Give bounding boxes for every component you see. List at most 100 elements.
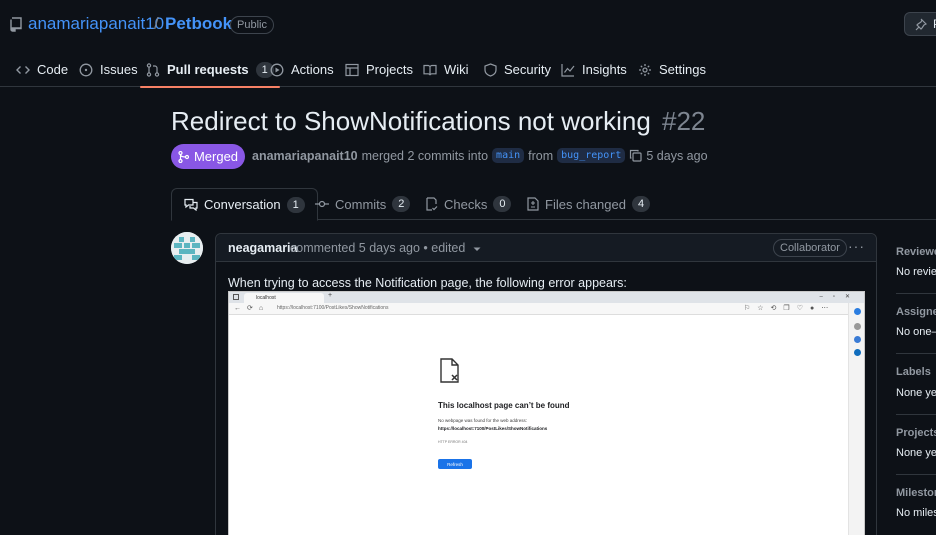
copy-icon[interactable] bbox=[629, 149, 642, 162]
pin-button[interactable]: P bbox=[904, 12, 936, 36]
base-branch[interactable]: main bbox=[492, 148, 525, 163]
avatar[interactable] bbox=[171, 232, 203, 264]
pr-title: Redirect to ShowNotifications not workin… bbox=[171, 106, 705, 137]
pr-from-text: from bbox=[528, 148, 554, 163]
tab-insights[interactable]: Insights bbox=[561, 52, 627, 87]
files-changed-count: 4 bbox=[631, 196, 651, 212]
comment-discussion-icon bbox=[184, 198, 198, 211]
sidebar-copilot-icon bbox=[854, 308, 861, 315]
shield-icon bbox=[484, 62, 497, 77]
repo-name-link[interactable]: Petbook bbox=[165, 14, 232, 34]
tab-checks[interactable]: Checks 0 bbox=[425, 188, 512, 220]
tab-issues[interactable]: Issues bbox=[79, 52, 138, 87]
browser-nav-icons: ←⟳⌂ bbox=[234, 305, 270, 312]
labels-value: None yet bbox=[896, 387, 936, 399]
commits-count: 2 bbox=[392, 196, 411, 212]
comment-meta: commented 5 days ago • edited bbox=[290, 241, 481, 255]
tab-commits-label: Commits bbox=[335, 196, 387, 212]
collaborator-badge: Collaborator bbox=[773, 239, 847, 257]
tab-conversation[interactable]: Conversation 1 bbox=[171, 188, 318, 221]
play-icon bbox=[270, 63, 284, 77]
tab-wiki-label: Wiki bbox=[444, 62, 469, 77]
broken-file-icon bbox=[439, 358, 461, 387]
repo-nav: Code Issues Pull requests 1 Actions Proj… bbox=[0, 52, 936, 88]
checklist-icon bbox=[425, 197, 438, 211]
tab-commits[interactable]: Commits 2 bbox=[315, 188, 411, 220]
tab-code-label: Code bbox=[37, 62, 69, 77]
chevron-down-icon[interactable] bbox=[473, 246, 481, 252]
tab-settings-label: Settings bbox=[659, 62, 706, 77]
tab-settings[interactable]: Settings bbox=[638, 52, 706, 87]
pr-time: 5 days ago bbox=[646, 148, 708, 163]
sidebar-divider bbox=[896, 474, 936, 475]
gear-icon bbox=[638, 63, 652, 77]
pr-author-link[interactable]: anamariapanait10 bbox=[252, 149, 358, 163]
repo-header: anamariapanait10 / Petbook Public P bbox=[0, 0, 936, 50]
tab-projects[interactable]: Projects bbox=[345, 52, 413, 87]
visibility-badge: Public bbox=[230, 16, 274, 34]
conversation-count: 1 bbox=[286, 196, 305, 213]
pr-number: #22 bbox=[662, 106, 706, 136]
reviewers-heading[interactable]: Reviewers bbox=[896, 246, 936, 258]
tab-wiki[interactable]: Wiki bbox=[423, 52, 469, 87]
tab-insights-label: Insights bbox=[582, 62, 627, 77]
book-icon bbox=[423, 63, 437, 77]
sidebar-outlook-icon bbox=[854, 349, 861, 356]
milestone-heading[interactable]: Milestone bbox=[896, 487, 936, 499]
tab-files-changed-label: Files changed bbox=[545, 196, 626, 212]
assignees-heading[interactable]: Assignees bbox=[896, 306, 936, 318]
pr-meta: anamariapanait10 merged 2 commits into m… bbox=[252, 148, 708, 163]
milestone-value: No milestone bbox=[896, 507, 936, 519]
browser-tab: localhost bbox=[244, 293, 324, 303]
tab-pull-requests[interactable]: Pull requests 1 bbox=[140, 52, 280, 88]
browser-address-bar: ←⟳⌂ https://localhost:7100/PostLikes/Sho… bbox=[229, 303, 864, 315]
window-icon bbox=[233, 294, 239, 300]
tab-code[interactable]: Code bbox=[16, 52, 68, 87]
git-merge-icon bbox=[178, 150, 189, 163]
error-code: HTTP ERROR 404 bbox=[438, 440, 468, 444]
sidebar-tools-icon bbox=[854, 336, 861, 343]
new-tab-icon: + bbox=[328, 292, 333, 299]
table-icon bbox=[345, 63, 359, 77]
reviewers-value: No reviews bbox=[896, 266, 936, 278]
comment-options-button[interactable]: ··· bbox=[848, 238, 865, 254]
pr-tabs: Conversation 1 Commits 2 Checks 0 Files … bbox=[171, 188, 936, 221]
tab-issues-label: Issues bbox=[100, 62, 138, 77]
pin-icon bbox=[914, 18, 927, 31]
repo-icon bbox=[10, 17, 22, 32]
comment-box: neagamaria commented 5 days ago • edited… bbox=[215, 233, 877, 535]
pr-state-label: Merged bbox=[193, 149, 239, 164]
browser-tab-bar: localhost + –▫✕ bbox=[229, 292, 864, 303]
tab-files-changed[interactable]: Files changed 4 bbox=[527, 188, 651, 220]
commit-icon bbox=[315, 198, 329, 210]
tab-actions-label: Actions bbox=[291, 62, 334, 77]
sidebar-divider bbox=[896, 353, 936, 354]
graph-icon bbox=[561, 63, 575, 77]
repo-path-separator: / bbox=[154, 14, 159, 33]
projects-heading[interactable]: Projects bbox=[896, 427, 936, 439]
tab-actions[interactable]: Actions bbox=[270, 52, 334, 87]
pr-merged-text: merged 2 commits into bbox=[361, 148, 489, 163]
labels-heading[interactable]: Labels bbox=[896, 366, 931, 378]
comment-author-link[interactable]: neagamaria bbox=[228, 241, 297, 255]
sidebar-divider bbox=[896, 293, 936, 294]
window-controls-icon: –▫✕ bbox=[819, 294, 860, 300]
code-icon bbox=[16, 63, 30, 77]
error-description: No webpage was found for the web address… bbox=[438, 418, 528, 423]
tab-security[interactable]: Security bbox=[484, 52, 551, 87]
browser-sidebar bbox=[848, 303, 864, 535]
file-diff-icon bbox=[527, 197, 539, 211]
tab-checks-label: Checks bbox=[444, 196, 488, 212]
error-url: https://localhost:7100/PostLikes/ShowNot… bbox=[438, 426, 548, 431]
comment-body-text: When trying to access the Notification p… bbox=[228, 276, 627, 290]
browser-tab-label: localhost bbox=[256, 295, 276, 301]
tab-pull-requests-label: Pull requests bbox=[167, 62, 249, 77]
pr-state-badge: Merged bbox=[171, 144, 245, 169]
comment-meta-text: commented 5 days ago • edited bbox=[290, 241, 466, 255]
projects-value: None yet bbox=[896, 447, 936, 459]
error-screenshot-image: localhost + –▫✕ ←⟳⌂ https://localhost:71… bbox=[228, 291, 865, 535]
head-branch[interactable]: bug_report bbox=[557, 148, 626, 163]
repo-owner-link[interactable]: anamariapanait10 bbox=[28, 14, 164, 34]
tab-conversation-label: Conversation bbox=[204, 197, 281, 212]
sidebar-search-icon bbox=[854, 323, 861, 330]
